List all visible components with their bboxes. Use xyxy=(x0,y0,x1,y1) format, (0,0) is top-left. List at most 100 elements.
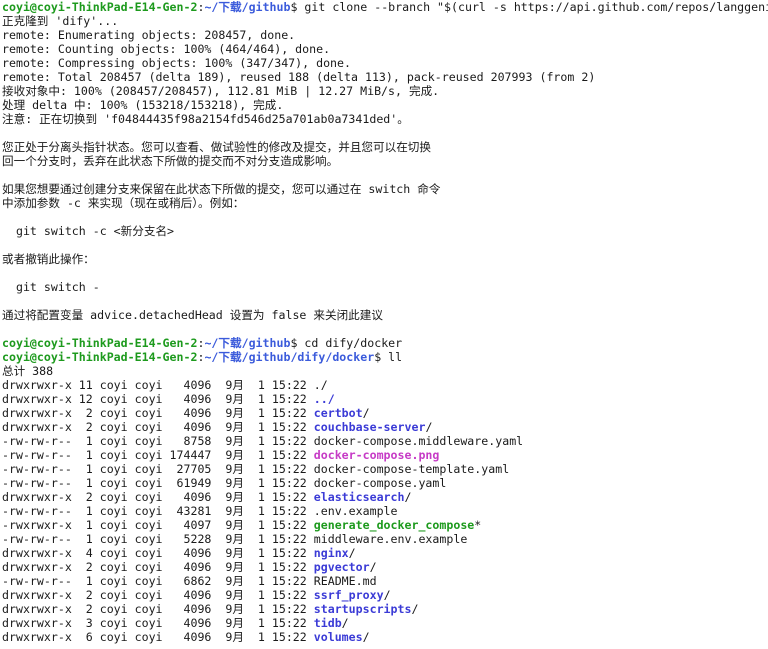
output-line: 或者撤销此操作： xyxy=(2,252,768,266)
listing-meta: drwxrwxr-x 3 coyi coyi 4096 9月 1 15:22 xyxy=(2,616,314,630)
listing-suffix: / xyxy=(362,406,370,420)
listing-filename: certbot xyxy=(313,406,363,420)
output-text: remote: Enumerating objects: 208457, don… xyxy=(2,28,296,42)
listing-row: drwxrwxr-x 2 coyi coyi 4096 9月 1 15:22 c… xyxy=(2,406,768,420)
listing-filename: docker-compose-template.yaml xyxy=(313,462,510,476)
listing-meta: -rw-rw-r-- 1 coyi coyi 6862 9月 1 15:22 xyxy=(2,574,314,588)
listing-row: drwxrwxr-x 2 coyi coyi 4096 9月 1 15:22 c… xyxy=(2,420,768,434)
listing-meta: drwxrwxr-x 6 coyi coyi 4096 9月 1 15:22 xyxy=(2,630,314,644)
listing-row: drwxrwxr-x 2 coyi coyi 4096 9月 1 15:22 p… xyxy=(2,560,768,574)
listing-meta: drwxrwxr-x 2 coyi coyi 4096 9月 1 15:22 xyxy=(2,602,314,616)
listing-filename: docker-compose.middleware.yaml xyxy=(313,434,524,448)
listing-row: drwxrwxr-x 12 coyi coyi 4096 9月 1 15:22 … xyxy=(2,392,768,406)
output-line: git switch - xyxy=(2,280,768,294)
prompt-user-host: coyi@coyi-ThinkPad-E14-Gen-2 xyxy=(2,336,198,350)
prompt-user-host: coyi@coyi-ThinkPad-E14-Gen-2 xyxy=(2,0,198,14)
command-text: cd dify/docker xyxy=(297,336,403,350)
command-text: git clone --branch "$(curl -s https://ap… xyxy=(304,0,768,14)
listing-filename: startupscripts xyxy=(313,602,412,616)
command-text: ll xyxy=(381,350,403,364)
output-line: 您正处于分离头指针状态。您可以查看、做试验性的修改及提交，并且您可以在切换 xyxy=(2,140,768,154)
listing-meta: drwxrwxr-x 2 coyi coyi 4096 9月 1 15:22 xyxy=(2,560,314,574)
output-line: remote: Compressing objects: 100% (347/3… xyxy=(2,56,768,70)
listing-meta: -rw-rw-r-- 1 coyi coyi 8758 9月 1 15:22 xyxy=(2,434,314,448)
listing-filename: README.md xyxy=(313,574,377,588)
output-line: 注意: 正在切换到 'f04844435f98a2154fd546d25a701… xyxy=(2,112,768,126)
listing-meta: -rw-rw-r-- 1 coyi coyi 61949 9月 1 15:22 xyxy=(2,476,314,490)
listing-suffix: / xyxy=(383,588,391,602)
listing-row: -rw-rw-r-- 1 coyi coyi 43281 9月 1 15:22 … xyxy=(2,504,768,518)
listing-suffix: / xyxy=(341,616,349,630)
listing-meta: -rw-rw-r-- 1 coyi coyi 27705 9月 1 15:22 xyxy=(2,462,314,476)
output-text: 如果您想要通过创建分支来保留在此状态下所做的提交，您可以通过在 switch 命… xyxy=(2,182,441,196)
listing-meta: drwxrwxr-x 4 coyi coyi 4096 9月 1 15:22 xyxy=(2,546,314,560)
listing-row: drwxrwxr-x 2 coyi coyi 4096 9月 1 15:22 s… xyxy=(2,588,768,602)
output-text: remote: Counting objects: 100% (464/464)… xyxy=(2,42,331,56)
listing-row: -rw-rw-r-- 1 coyi coyi 6862 9月 1 15:22 R… xyxy=(2,574,768,588)
listing-suffix: / xyxy=(425,420,433,434)
prompt-user-host: coyi@coyi-ThinkPad-E14-Gen-2 xyxy=(2,350,198,364)
prompt-path: ~/下载/github xyxy=(204,0,291,14)
listing-filename: ./ xyxy=(313,378,328,392)
terminal-output[interactable]: coyi@coyi-ThinkPad-E14-Gen-2:~/下载/github… xyxy=(0,0,768,644)
listing-row: -rw-rw-r-- 1 coyi coyi 174447 9月 1 15:22… xyxy=(2,448,768,462)
listing-row: -rwxrwxr-x 1 coyi coyi 4097 9月 1 15:22 g… xyxy=(2,518,768,532)
listing-meta: drwxrwxr-x 2 coyi coyi 4096 9月 1 15:22 xyxy=(2,420,314,434)
output-line: 正克隆到 'dify'... xyxy=(2,14,768,28)
output-text: 总计 388 xyxy=(2,364,54,378)
output-line: 中添加参数 -c 来实现（现在或稍后）。例如： xyxy=(2,196,768,210)
listing-suffix: / xyxy=(404,490,412,504)
listing-suffix: * xyxy=(474,518,482,532)
listing-row: drwxrwxr-x 11 coyi coyi 4096 9月 1 15:22 … xyxy=(2,378,768,392)
listing-meta: -rw-rw-r-- 1 coyi coyi 43281 9月 1 15:22 xyxy=(2,504,314,518)
listing-meta: drwxrwxr-x 2 coyi coyi 4096 9月 1 15:22 xyxy=(2,406,314,420)
listing-meta: -rw-rw-r-- 1 coyi coyi 174447 9月 1 15:22 xyxy=(2,448,314,462)
listing-suffix: / xyxy=(369,560,377,574)
output-line: 总计 388 xyxy=(2,364,768,378)
listing-filename: ../ xyxy=(313,392,335,406)
output-line: git switch -c <新分支名> xyxy=(2,224,768,238)
listing-suffix: / xyxy=(411,602,419,616)
listing-row: drwxrwxr-x 2 coyi coyi 4096 9月 1 15:22 s… xyxy=(2,602,768,616)
listing-suffix: / xyxy=(362,630,370,644)
listing-meta: drwxrwxr-x 2 coyi coyi 4096 9月 1 15:22 xyxy=(2,490,314,504)
listing-row: drwxrwxr-x 3 coyi coyi 4096 9月 1 15:22 t… xyxy=(2,616,768,630)
output-line: remote: Total 208457 (delta 189), reused… xyxy=(2,70,768,84)
listing-filename: .env.example xyxy=(313,504,398,518)
listing-suffix: / xyxy=(348,546,356,560)
listing-row: drwxrwxr-x 4 coyi coyi 4096 9月 1 15:22 n… xyxy=(2,546,768,560)
output-line: 接收对象中: 100% (208457/208457), 112.81 MiB … xyxy=(2,84,768,98)
output-line: 回一个分支时，丢弃在此状态下所做的提交而不对分支造成影响。 xyxy=(2,154,768,168)
output-line: 如果您想要通过创建分支来保留在此状态下所做的提交，您可以通过在 switch 命… xyxy=(2,182,768,196)
prompt-line: coyi@coyi-ThinkPad-E14-Gen-2:~/下载/github… xyxy=(2,350,768,364)
prompt-path: ~/下载/github/dify/docker xyxy=(204,350,375,364)
listing-meta: -rw-rw-r-- 1 coyi coyi 5228 9月 1 15:22 xyxy=(2,532,314,546)
output-text: git switch - xyxy=(2,280,100,294)
output-text: git switch -c <新分支名> xyxy=(2,224,175,238)
listing-meta: drwxrwxr-x 11 coyi coyi 4096 9月 1 15:22 xyxy=(2,378,314,392)
listing-meta: drwxrwxr-x 2 coyi coyi 4096 9月 1 15:22 xyxy=(2,588,314,602)
output-text: 回一个分支时，丢弃在此状态下所做的提交而不对分支造成影响。 xyxy=(2,154,339,168)
output-text: remote: Total 208457 (delta 189), reused… xyxy=(2,70,596,84)
listing-filename: ssrf_proxy xyxy=(313,588,384,602)
output-line: 通过将配置变量 advice.detachedHead 设置为 false 来关… xyxy=(2,308,768,322)
listing-meta: -rwxrwxr-x 1 coyi coyi 4097 9月 1 15:22 xyxy=(2,518,314,532)
output-text: 中添加参数 -c 来实现（现在或稍后）。例如： xyxy=(2,196,245,210)
output-text: 处理 delta 中: 100% (153218/153218), 完成. xyxy=(2,98,284,112)
listing-filename: volumes xyxy=(313,630,363,644)
output-text: 正克隆到 'dify'... xyxy=(2,14,119,28)
listing-filename: elasticsearch xyxy=(313,490,405,504)
prompt-line: coyi@coyi-ThinkPad-E14-Gen-2:~/下载/github… xyxy=(2,336,768,350)
prompt-path: ~/下载/github xyxy=(204,336,291,350)
listing-filename: docker-compose.png xyxy=(313,448,440,462)
listing-filename: tidb xyxy=(313,616,342,630)
output-line: 处理 delta 中: 100% (153218/153218), 完成. xyxy=(2,98,768,112)
listing-filename: nginx xyxy=(313,546,349,560)
listing-row: -rw-rw-r-- 1 coyi coyi 61949 9月 1 15:22 … xyxy=(2,476,768,490)
